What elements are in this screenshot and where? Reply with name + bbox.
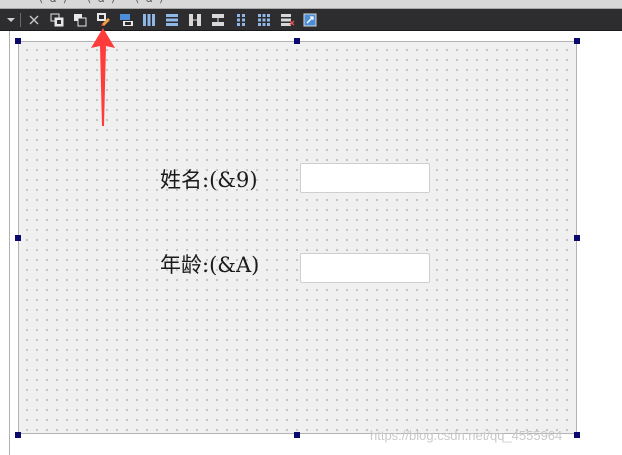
toolbar-separator <box>19 11 22 28</box>
resize-handle-bottom-left[interactable] <box>15 432 21 438</box>
name-input[interactable] <box>300 163 430 193</box>
name-label: 姓名:(&9) <box>160 168 258 192</box>
layout-horizontal-splitter-icon[interactable] <box>186 11 204 28</box>
left-side-panel <box>0 31 10 455</box>
watermark-text: https://blog.csdn.net/qq_4555964 <box>370 428 563 443</box>
layout-grid-icon[interactable] <box>255 11 273 28</box>
bring-to-front-icon[interactable] <box>48 11 66 28</box>
edit-buddies-icon[interactable] <box>117 11 135 28</box>
resize-handle-bottom-right[interactable] <box>574 432 580 438</box>
send-to-back-icon[interactable] <box>71 11 89 28</box>
layout-vertical-splitter-icon[interactable] <box>209 11 227 28</box>
layout-vertical-icon[interactable] <box>163 11 181 28</box>
top-menu-strip: (&) (&) (&) <box>0 0 622 9</box>
annotation-arrow-icon <box>91 28 115 126</box>
age-label: 年龄:(&A) <box>160 253 260 277</box>
resize-handle-top[interactable] <box>294 38 300 44</box>
layout-horizontal-icon[interactable] <box>140 11 158 28</box>
adjust-size-icon[interactable] <box>301 11 319 28</box>
menu-ghost-text: (&) (&) (&) <box>38 0 170 5</box>
resize-handle-top-left[interactable] <box>15 38 21 44</box>
age-input[interactable] <box>300 253 430 283</box>
resize-handle-left[interactable] <box>15 235 21 241</box>
layout-form-icon[interactable] <box>232 11 250 28</box>
break-layout-icon[interactable] <box>278 11 296 28</box>
resize-handle-bottom[interactable] <box>294 432 300 438</box>
resize-handle-right[interactable] <box>574 235 580 241</box>
resize-handle-top-right[interactable] <box>574 38 580 44</box>
dropdown-icon[interactable] <box>4 11 18 28</box>
close-icon[interactable] <box>25 11 43 28</box>
